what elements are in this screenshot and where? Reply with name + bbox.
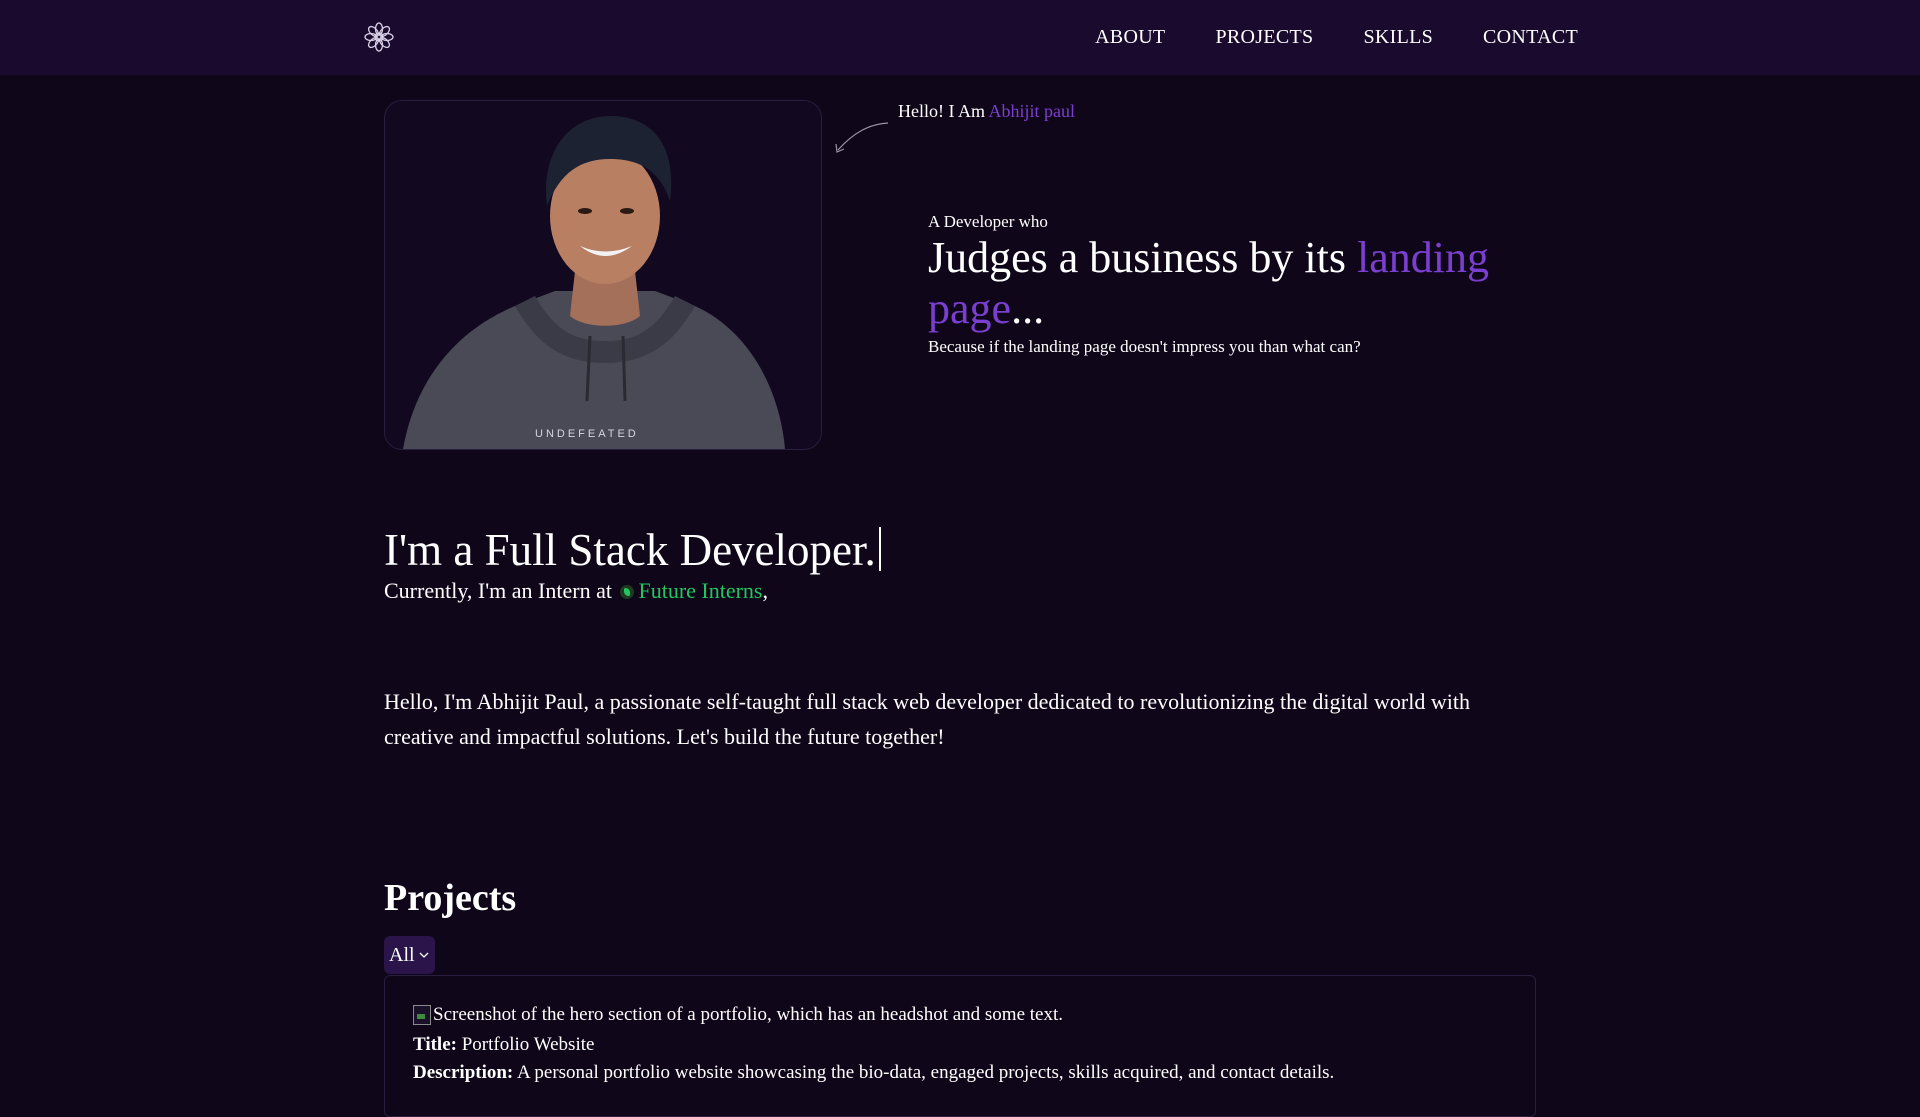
project-description: Description: A personal portfolio websit… [413,1062,1334,1084]
logo-icon[interactable] [364,22,394,52]
typed-role-text: I'm a Full Stack Developer. [384,525,876,575]
greeting-name: Abhijit paul [988,101,1076,121]
svg-text:UNDEFEATED: UNDEFEATED [535,428,639,440]
project-title: Title: Portfolio Website [413,1034,594,1056]
hero-tagline: Because if the landing page doesn't impr… [928,337,1361,356]
headline-main: Judges a business by its [928,233,1357,282]
company-link[interactable]: Future Interns [638,578,762,603]
intern-line: Currently, I'm an Intern at Future Inter… [384,578,768,604]
project-image: Screenshot of the hero section of a port… [413,1004,1063,1026]
nav-link-projects[interactable]: PROJECTS [1215,26,1313,49]
hero-headline: Judges a business by its landing page... [928,232,1548,334]
nav-link-contact[interactable]: CONTACT [1483,26,1578,49]
typing-caret [878,527,881,571]
nav-link-skills[interactable]: SKILLS [1363,26,1433,49]
profile-photo: UNDEFEATED [384,100,822,450]
hero-greeting: Hello! I Am Abhijit paul [898,101,1075,122]
project-title-label: Title: [413,1034,457,1055]
broken-image-icon [413,1005,431,1025]
headline-suffix: ... [1011,284,1045,333]
bio-paragraph: Hello, I'm Abhijit Paul, a passionate se… [384,689,1470,749]
nav-link-about[interactable]: ABOUT [1095,26,1165,49]
curved-arrow-icon [835,122,889,153]
project-filter-select[interactable]: All [384,936,435,974]
chevron-down-icon [419,952,429,958]
intern-prefix: Currently, I'm an Intern at [384,578,612,603]
projects-heading: Projects [384,877,517,919]
filter-value: All [389,944,415,966]
nav-links: ABOUT PROJECTS SKILLS CONTACT [1095,26,1578,49]
hero-subheading: A Developer who [928,212,1048,231]
greeting-prefix: Hello! I Am [898,101,985,121]
project-image-alt: Screenshot of the hero section of a port… [433,1004,1063,1025]
typed-role: I'm a Full Stack Developer. [384,520,881,580]
intern-suffix: , [762,578,769,603]
future-interns-icon [620,585,635,599]
project-title-value: Portfolio Website [461,1034,595,1055]
navbar: ABOUT PROJECTS SKILLS CONTACT [0,0,1920,75]
project-card[interactable]: Screenshot of the hero section of a port… [384,975,1536,1117]
